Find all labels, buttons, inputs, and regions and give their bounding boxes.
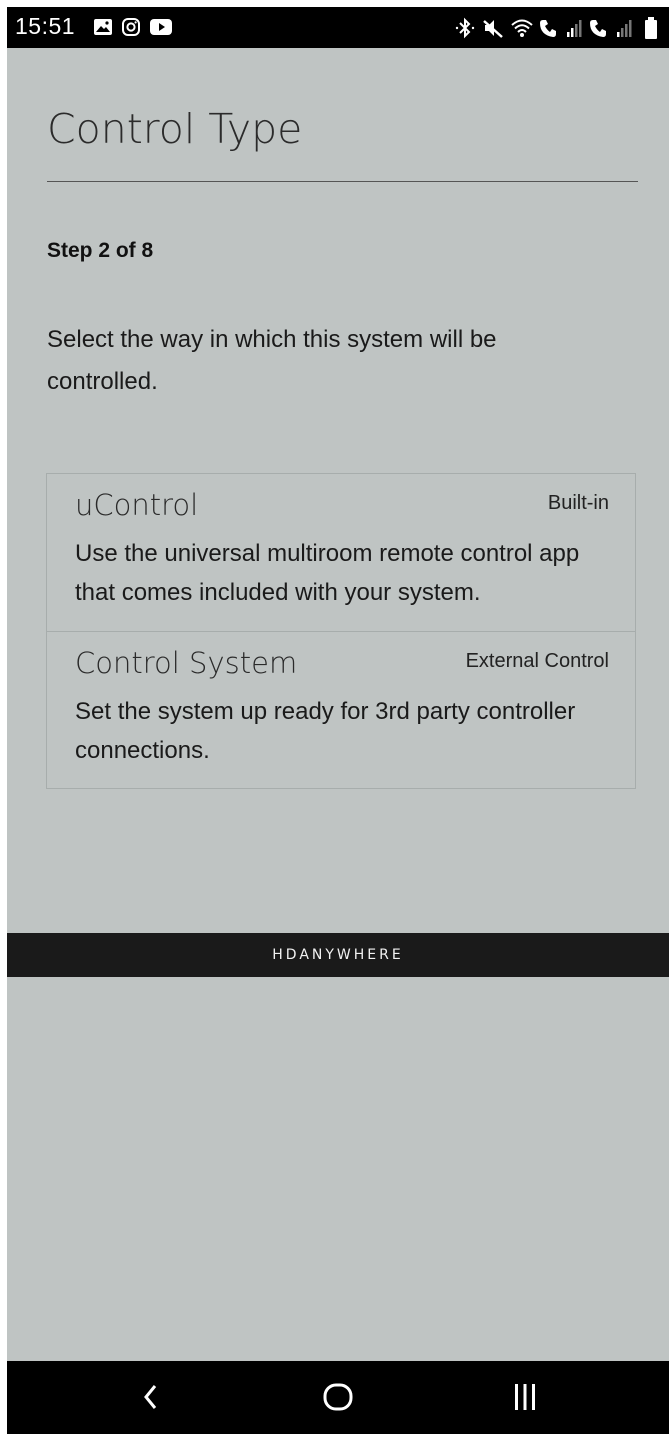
mute-icon <box>482 17 504 38</box>
back-icon[interactable] <box>121 1375 181 1419</box>
home-icon[interactable] <box>308 1375 368 1419</box>
title-divider <box>47 181 638 182</box>
option-control-system[interactable]: Control System External Control Set the … <box>47 632 635 788</box>
bluetooth-icon <box>454 17 476 39</box>
option-description: Set the system up ready for 3rd party co… <box>75 698 576 764</box>
option-title: uControl <box>75 488 199 522</box>
system-nav-bar <box>7 1361 669 1434</box>
control-type-options: uControl Built-in Use the universal mult… <box>46 473 636 789</box>
app-screen: 15:51 Control Type Step 2 of 8 Select th… <box>7 7 669 1434</box>
sim2-signal-icon <box>587 17 635 37</box>
recents-icon[interactable] <box>495 1375 555 1419</box>
step-indicator: Step 2 of 8 <box>47 239 154 262</box>
battery-icon <box>644 17 658 39</box>
youtube-icon <box>149 17 173 37</box>
page-title: Control Type <box>47 105 303 153</box>
option-ucontrol[interactable]: uControl Built-in Use the universal mult… <box>47 474 635 632</box>
status-time: 15:51 <box>15 13 76 39</box>
option-title: Control System <box>75 646 298 680</box>
wifi-icon <box>510 17 534 37</box>
option-description: Use the universal multiroom remote contr… <box>75 540 580 606</box>
status-bar: 15:51 <box>7 7 669 48</box>
sim1-signal-icon <box>537 17 585 37</box>
brand-footer: HDANYWHERE <box>7 933 669 977</box>
option-tag: Built-in <box>547 492 609 514</box>
gallery-icon <box>93 17 113 37</box>
brand-logo: HDANYWHERE <box>272 947 404 963</box>
option-tag: External Control <box>465 650 609 672</box>
instructions-text: Select the way in which this system will… <box>47 326 497 395</box>
instagram-icon <box>121 17 141 37</box>
